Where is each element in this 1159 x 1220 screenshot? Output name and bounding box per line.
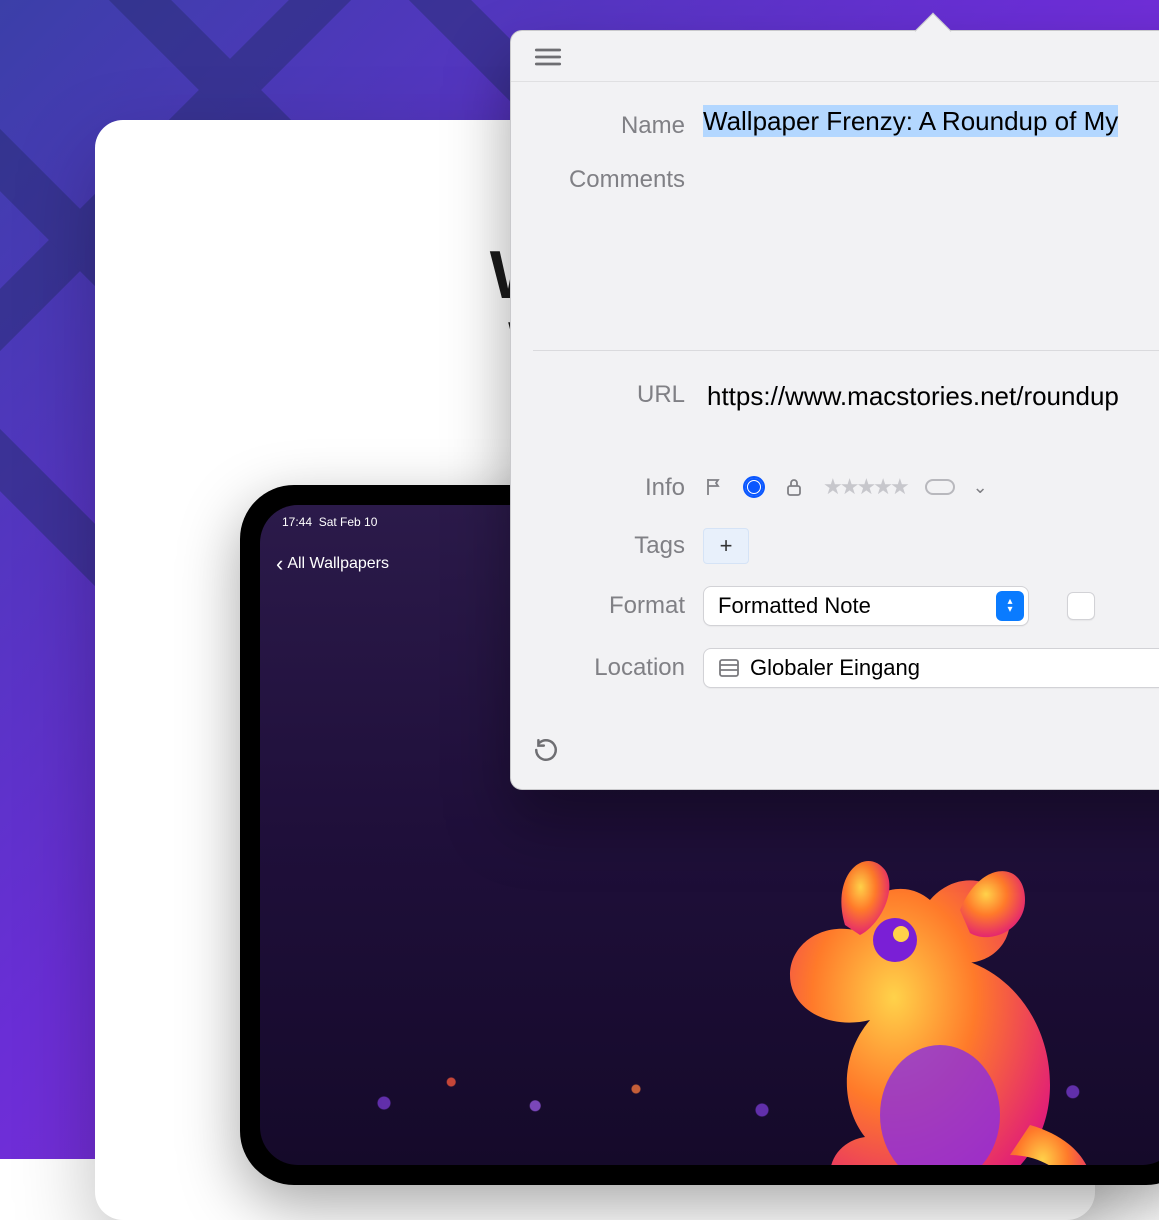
name-field[interactable]: Wallpaper Frenzy: A Roundup of My [703,106,1159,140]
refresh-icon[interactable] [533,737,559,763]
location-label: Location [511,648,689,688]
format-select[interactable]: Formatted Note [703,586,1029,626]
ipad-status-bar: 17:44 Sat Feb 10 [282,515,377,529]
clip-inspector-popover: Name Wallpaper Frenzy: A Roundup of My C… [510,30,1159,790]
chevron-left-icon: ‹ [276,553,283,575]
divider [533,350,1159,351]
select-stepper-icon [996,591,1024,621]
star-icon: ★ [856,474,873,500]
status-color-dot[interactable] [743,476,765,498]
url-label: URL [511,375,689,418]
inbox-icon [718,657,740,679]
kangaroo-illustration [680,805,1110,1165]
location-select[interactable]: Globaler Eingang [703,648,1159,688]
name-value: Wallpaper Frenzy: A Roundup of My [703,105,1118,137]
star-icon: ★ [890,474,907,500]
comments-field[interactable] [703,160,1159,340]
comments-label: Comments [511,160,689,340]
location-value: Globaler Eingang [750,655,920,681]
url-field[interactable]: https://www.macstories.net/roundup [703,375,1159,418]
ipad-back-nav[interactable]: ‹ All Wallpapers [276,553,389,575]
label-pill[interactable] [925,479,955,495]
star-icon: ★ [873,474,890,500]
list-view-icon[interactable] [533,45,563,69]
chevron-down-icon[interactable]: ⌄ [973,477,988,498]
ipad-back-label: All Wallpapers [287,555,389,573]
format-label: Format [511,586,689,626]
flag-icon[interactable] [703,476,725,498]
tags-label: Tags [511,526,689,564]
star-icon: ★ [840,474,857,500]
lock-icon[interactable] [783,476,805,498]
format-checkbox[interactable] [1067,592,1095,620]
rating-stars[interactable]: ★ ★ ★ ★ ★ [823,474,907,500]
add-tag-button[interactable]: + [703,528,749,564]
popover-toolbar [511,31,1159,82]
name-label: Name [511,106,689,140]
star-icon: ★ [823,474,840,500]
format-value: Formatted Note [718,593,871,619]
info-label: Info [511,468,689,502]
